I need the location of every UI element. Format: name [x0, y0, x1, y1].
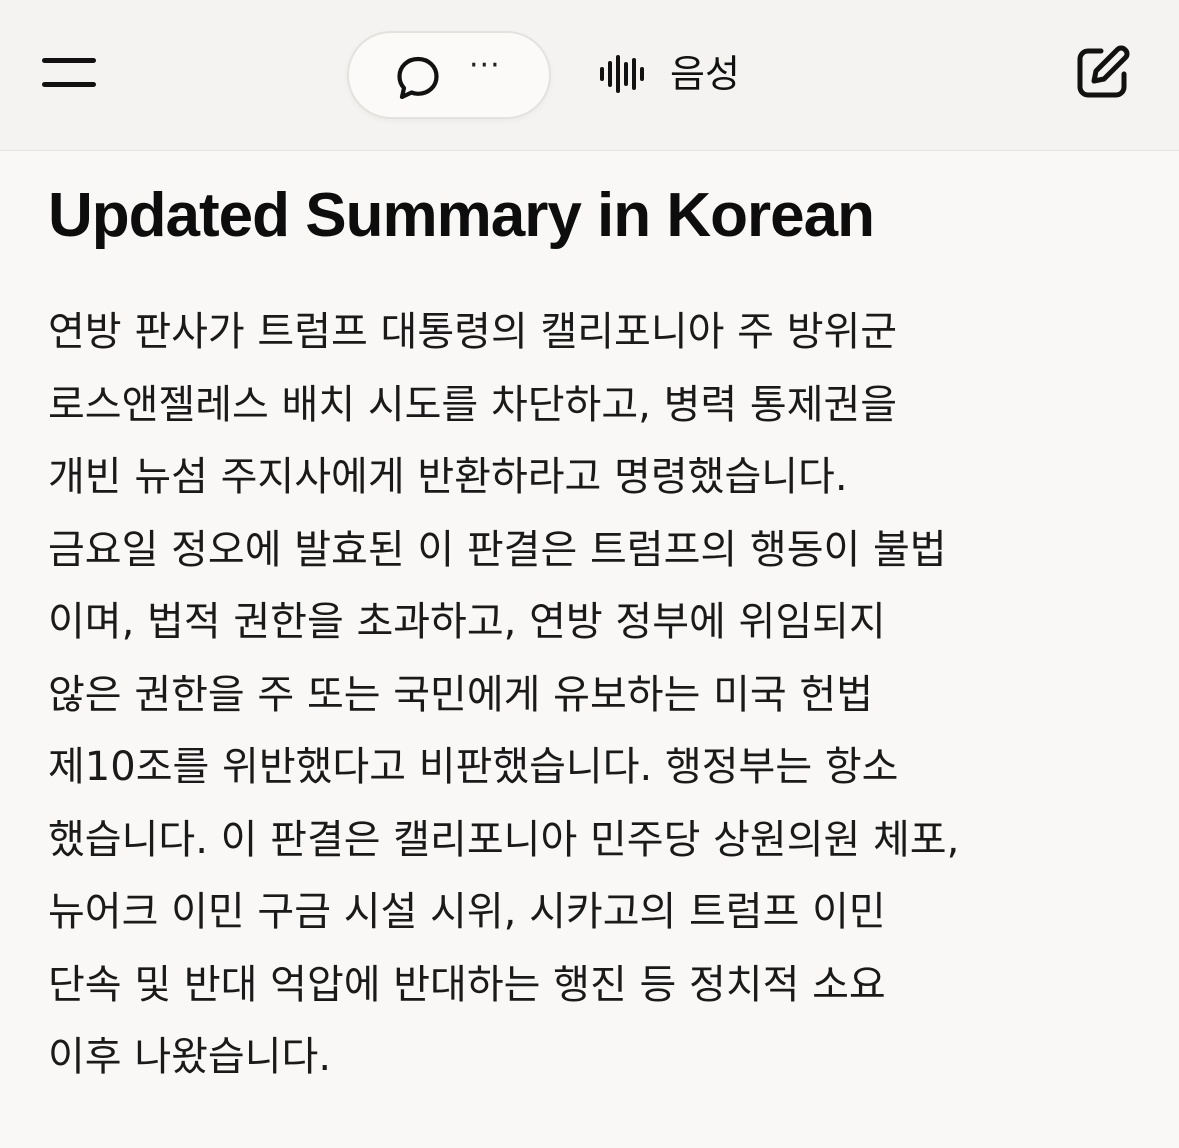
paragraph-line: 했습니다. 이 판결은 캘리포니아 민주당 상원의원 체포, — [48, 816, 960, 863]
menu-button[interactable] — [40, 52, 100, 96]
summary-paragraph: 연방 판사가 트럼프 대통령의 캘리포니아 주 방위군 로스앤젤레스 배치 시도… — [48, 296, 1138, 1094]
paragraph-line: 개빈 뉴섬 주지사에게 반환하라고 명령했습니다. — [48, 454, 848, 500]
edit-compose-icon — [1077, 45, 1130, 98]
paragraph-line: 이후 나왔습니다. — [48, 1034, 332, 1080]
more-options-label: ··· — [469, 48, 501, 83]
summary-title: Updated Summary in Korean — [48, 181, 875, 250]
paragraph-line: 않은 권한을 주 또는 국민에게 유보하는 미국 헌법 — [48, 671, 874, 718]
chat-bubble-icon — [397, 56, 439, 100]
message-content: Updated Summary in Korean 연방 판사가 트럼프 대통령… — [48, 176, 1138, 1094]
paragraph-line: 금요일 정오에 발효된 이 판결은 트럼프의 행동이 불법 — [48, 526, 947, 573]
paragraph-line: 뉴어크 이민 구금 시설 시위, 시카고의 트럼프 이민 — [48, 889, 886, 935]
new-chat-button[interactable] — [1073, 44, 1131, 102]
paragraph-line: 단속 및 반대 억압에 반대하는 행진 등 정치적 소요 — [48, 961, 886, 1008]
paragraph-line: 제10조를 위반했다고 비판했습니다. 행정부는 항소 — [48, 744, 899, 790]
paragraph-line: 로스앤젤레스 배치 시도를 차단하고, 병력 통제권을 — [48, 381, 898, 428]
paragraph-line: 연방 판사가 트럼프 대통령의 캘리포니아 주 방위군 — [48, 309, 898, 355]
waveform-icon — [600, 55, 644, 93]
paragraph-line: 이며, 법적 권한을 초과하고, 연방 정부에 위임되지 — [48, 599, 886, 645]
top-bar: ··· 음성 — [0, 0, 1179, 151]
voice-label: 음성 — [670, 52, 740, 96]
chat-mode-button[interactable]: ··· — [347, 31, 551, 119]
